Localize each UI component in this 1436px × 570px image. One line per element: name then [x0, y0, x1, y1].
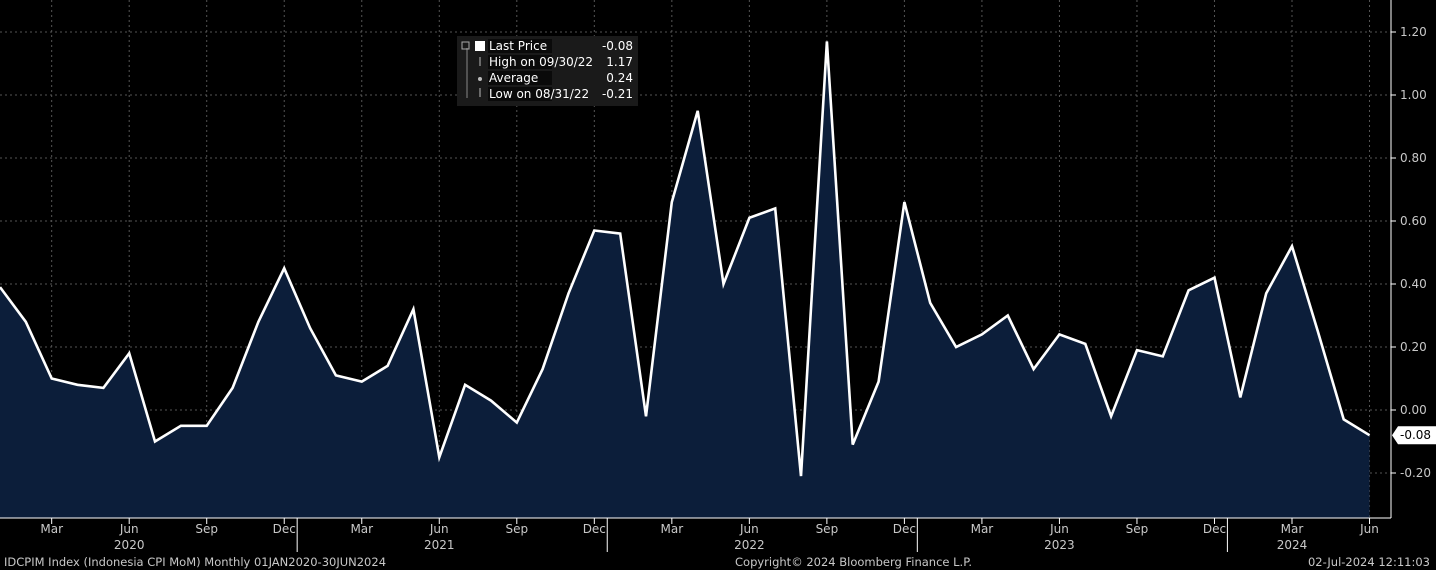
y-tick-label: 0.80	[1400, 151, 1427, 165]
y-tick-label: 1.20	[1400, 25, 1427, 39]
x-tick-label: Dec	[1203, 522, 1226, 536]
year-label: 2024	[1277, 538, 1308, 552]
last-value-label: -0.08	[1400, 428, 1431, 442]
x-tick-label: Sep	[195, 522, 218, 536]
year-label: 2021	[424, 538, 455, 552]
x-tick-label: Sep	[816, 522, 839, 536]
x-tick-label: Dec	[583, 522, 606, 536]
x-tick-label: Mar	[1281, 522, 1304, 536]
chart-svg: 1.20 1.00 0.80 0.60 0.40 0.20 0.00 -0.20 -0.08 Ma…	[0, 0, 1436, 552]
y-tick-label: -0.20	[1400, 466, 1431, 480]
legend-low-label: Low on 08/31/22	[489, 87, 589, 101]
x-tick-label: Dec	[273, 522, 296, 536]
legend-average-label: Average	[489, 71, 538, 85]
legend-low-value: -0.21	[602, 87, 633, 101]
legend-last-price-label: Last Price	[489, 39, 547, 53]
legend-last-price-value: -0.08	[602, 39, 633, 53]
y-tick-label: 0.40	[1400, 277, 1427, 291]
x-tick-label: Jun	[119, 522, 139, 536]
x-tick-label: Mar	[661, 522, 684, 536]
footer-series-info: IDCPIM Index (Indonesia CPI MoM) Monthly…	[4, 555, 387, 569]
legend-average-value: 0.24	[606, 71, 633, 85]
x-tick-label: Jun	[429, 522, 449, 536]
x-tick-label: Mar	[350, 522, 373, 536]
y-tick-label: 0.20	[1400, 340, 1427, 354]
x-tick-label: Jun	[1359, 522, 1379, 536]
y-tick-label: 0.00	[1400, 403, 1427, 417]
legend-high-value: 1.17	[606, 55, 633, 69]
legend-average-icon	[478, 77, 482, 81]
x-tick-label: Jun	[1049, 522, 1069, 536]
x-tick-label: Jun	[739, 522, 759, 536]
x-tick-label: Sep	[505, 522, 528, 536]
x-tick-label: Dec	[893, 522, 916, 536]
series-area	[0, 41, 1370, 518]
x-tick-label: Mar	[40, 522, 63, 536]
y-tick-label: 1.00	[1400, 88, 1427, 102]
legend-swatch-last-price	[475, 41, 485, 51]
legend-high-label: High on 09/30/22	[489, 55, 593, 69]
footer-timestamp: 02-Jul-2024 12:11:03	[1307, 555, 1430, 569]
x-tick-label: Mar	[971, 522, 994, 536]
year-label: 2022	[734, 538, 765, 552]
x-tick-label: Sep	[1126, 522, 1149, 536]
year-label: 2023	[1044, 538, 1075, 552]
y-tick-label: 0.60	[1400, 214, 1427, 228]
footer-copyright: Copyright© 2024 Bloomberg Finance L.P.	[735, 555, 972, 569]
year-label: 2020	[114, 538, 145, 552]
